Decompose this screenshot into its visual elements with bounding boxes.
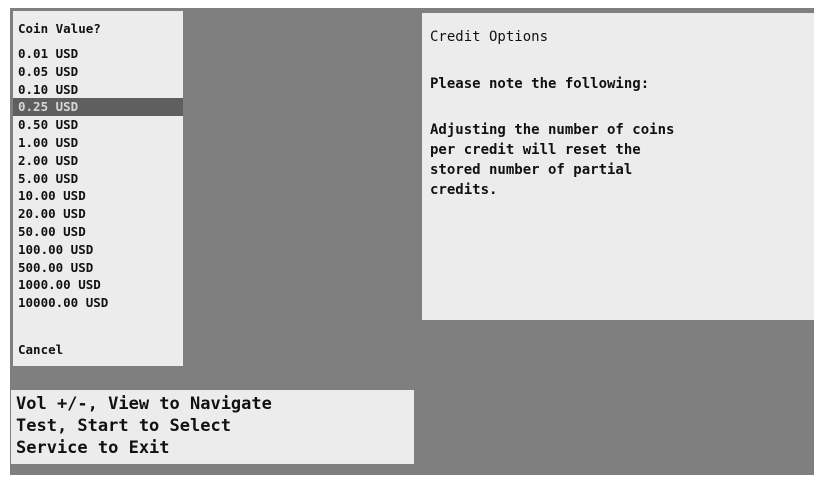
coin-option[interactable]: 2.00 USD: [13, 152, 183, 170]
coin-option[interactable]: 10000.00 USD: [13, 294, 183, 312]
panel-body-line: credits.: [430, 182, 498, 198]
help-line-exit: Service to Exit: [16, 438, 170, 458]
panel-note: Please note the following:: [430, 76, 650, 92]
panel-body-line: per credit will reset the: [430, 142, 641, 158]
coin-value-menu: Coin Value? 0.01 USD 0.05 USD 0.10 USD 0…: [13, 11, 183, 366]
coin-option[interactable]: 0.01 USD: [13, 45, 183, 63]
coin-value-options: 0.01 USD 0.05 USD 0.10 USD 0.25 USD 0.50…: [13, 45, 183, 312]
coin-option[interactable]: 0.05 USD: [13, 63, 183, 81]
coin-option[interactable]: 20.00 USD: [13, 205, 183, 223]
coin-option[interactable]: 10.00 USD: [13, 187, 183, 205]
panel-body-line: stored number of partial: [430, 162, 633, 178]
coin-option[interactable]: 1000.00 USD: [13, 276, 183, 294]
panel-body-line: Adjusting the number of coins: [430, 122, 675, 138]
help-line-select: Test, Start to Select: [16, 416, 231, 436]
coin-option-selected[interactable]: 0.25 USD: [13, 98, 183, 117]
coin-option[interactable]: 50.00 USD: [13, 223, 183, 241]
coin-option[interactable]: 0.50 USD: [13, 116, 183, 134]
help-line-navigate: Vol +/-, View to Navigate: [16, 394, 272, 414]
coin-option[interactable]: 500.00 USD: [13, 259, 183, 277]
operator-menu-screen: Coin Value? 0.01 USD 0.05 USD 0.10 USD 0…: [10, 8, 814, 475]
coin-option[interactable]: 5.00 USD: [13, 170, 183, 188]
panel-title: Credit Options: [430, 29, 549, 45]
coin-option[interactable]: 100.00 USD: [13, 241, 183, 259]
panel-body: Adjusting the number of coins per credit…: [430, 120, 674, 200]
coin-option[interactable]: 0.10 USD: [13, 81, 183, 99]
coin-option[interactable]: 1.00 USD: [13, 134, 183, 152]
navigation-help-box: Vol +/-, View to Navigate Test, Start to…: [11, 390, 414, 464]
cancel-option[interactable]: Cancel: [18, 342, 63, 357]
credit-options-panel: Credit Options Please note the following…: [422, 13, 814, 320]
coin-value-title: Coin Value?: [18, 21, 101, 36]
